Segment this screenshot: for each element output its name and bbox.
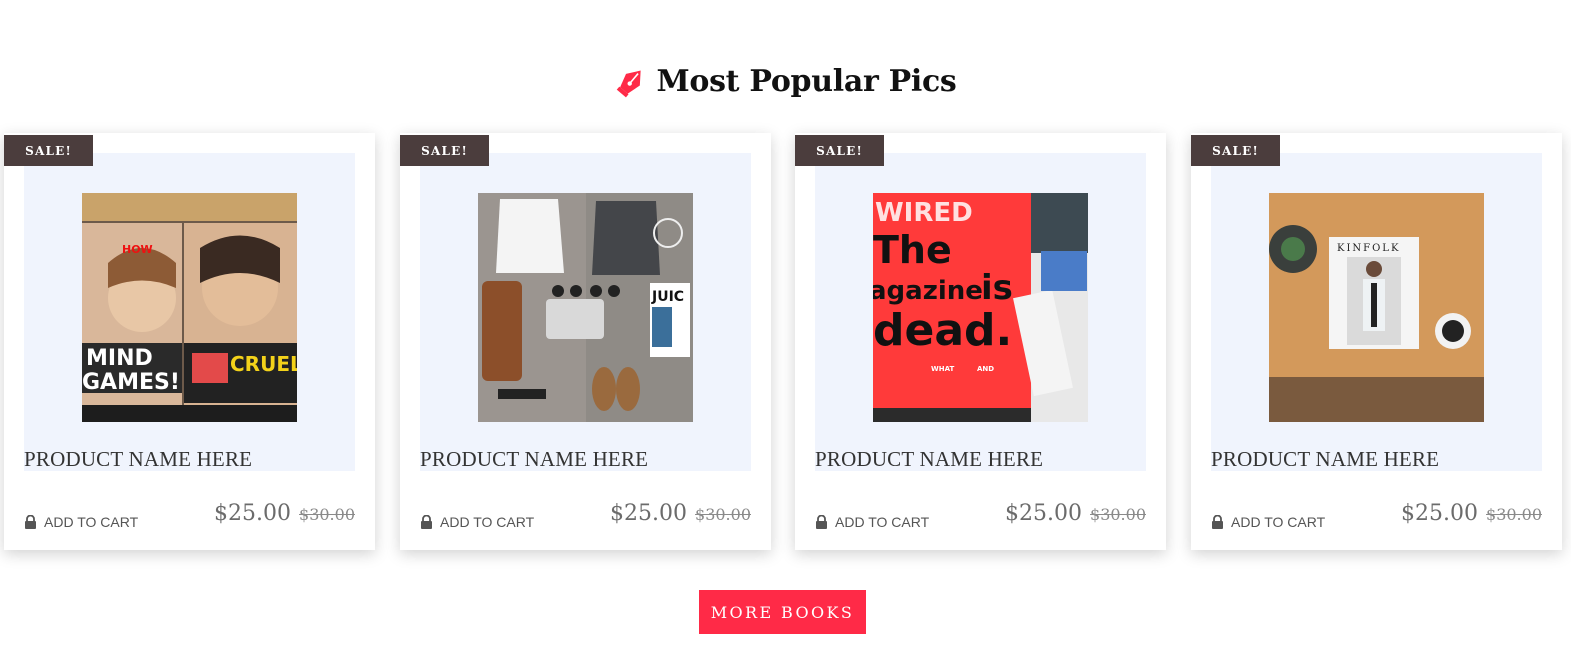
lock-icon (24, 514, 37, 530)
original-price: $30.00 (1486, 505, 1542, 524)
add-to-cart-label: ADD TO CART (440, 514, 535, 530)
svg-text:MIND: MIND (86, 346, 153, 371)
product-name[interactable]: PRODUCT NAME HERE (1211, 447, 1439, 472)
sale-price: $25.00 (610, 501, 688, 526)
product-image-panel[interactable]: MIND GAMES! CRUEL L HOW PRODUCT NAME HER… (24, 153, 355, 471)
add-to-cart-button[interactable]: ADD TO CART (815, 511, 929, 533)
price-block: $25.00 $30.00 (214, 501, 355, 526)
product-name[interactable]: PRODUCT NAME HERE (420, 447, 648, 472)
product-image[interactable]: WIRED The agazine is dead. WHAT AND (873, 193, 1088, 422)
add-to-cart-label: ADD TO CART (44, 514, 139, 530)
original-price: $30.00 (299, 505, 355, 524)
original-price: $30.00 (1090, 505, 1146, 524)
add-to-cart-label: ADD TO CART (835, 514, 930, 530)
svg-text:HOW: HOW (122, 243, 153, 256)
svg-text:AND: AND (977, 365, 994, 373)
svg-text:is: is (981, 268, 1013, 308)
more-books-button[interactable]: MORE BOOKS (699, 590, 866, 634)
add-to-cart-label: ADD TO CART (1231, 514, 1326, 530)
product-image[interactable]: KINFOLK (1269, 193, 1484, 422)
product-image[interactable]: MIND GAMES! CRUEL L HOW (82, 193, 297, 422)
price-block: $25.00 $30.00 (1005, 501, 1146, 526)
svg-text:dead.: dead. (873, 305, 1012, 356)
svg-text:JUIC: JUIC (651, 289, 684, 305)
sale-badge: SALE! (1191, 135, 1280, 166)
section-header: Most Popular Pics (0, 64, 1571, 99)
svg-text:KINFOLK: KINFOLK (1337, 243, 1400, 254)
svg-text:CRUEL L: CRUEL L (230, 352, 297, 376)
product-name[interactable]: PRODUCT NAME HERE (815, 447, 1043, 472)
lock-icon (1211, 514, 1224, 530)
product-card[interactable]: SALE! JUIC PRODUCT NAME HERE ADD TO CART… (400, 133, 771, 550)
add-to-cart-button[interactable]: ADD TO CART (420, 511, 534, 533)
product-image-panel[interactable]: KINFOLK PRODUCT NAME HERE (1211, 153, 1542, 471)
price-block: $25.00 $30.00 (1401, 501, 1542, 526)
product-image-panel[interactable]: JUIC PRODUCT NAME HERE (420, 153, 751, 471)
sale-price: $25.00 (1005, 501, 1083, 526)
svg-text:GAMES!: GAMES! (82, 370, 180, 395)
sale-badge: SALE! (400, 135, 489, 166)
svg-text:agazine: agazine (873, 276, 983, 306)
product-name[interactable]: PRODUCT NAME HERE (24, 447, 252, 472)
add-to-cart-button[interactable]: ADD TO CART (1211, 511, 1325, 533)
product-image-panel[interactable]: WIRED The agazine is dead. WHAT AND PROD… (815, 153, 1146, 471)
product-card[interactable]: SALE! WIRED The agazine is dead. WHAT AN… (795, 133, 1166, 550)
sale-price: $25.00 (1401, 501, 1479, 526)
sale-badge: SALE! (795, 135, 884, 166)
product-card[interactable]: SALE! KINFOLK PRODUCT NAME HERE ADD TO C… (1191, 133, 1562, 550)
svg-text:WIRED: WIRED (875, 198, 973, 228)
price-block: $25.00 $30.00 (610, 501, 751, 526)
product-image[interactable]: JUIC (478, 193, 693, 422)
lock-icon (420, 514, 433, 530)
pen-nib-icon (614, 65, 648, 99)
sale-badge: SALE! (4, 135, 93, 166)
product-card[interactable]: SALE! MIND GAMES! CRUEL L HOW (4, 133, 375, 550)
original-price: $30.00 (695, 505, 751, 524)
sale-price: $25.00 (214, 501, 292, 526)
lock-icon (815, 514, 828, 530)
section-title: Most Popular Pics (656, 64, 957, 99)
add-to-cart-button[interactable]: ADD TO CART (24, 511, 138, 533)
svg-text:WHAT: WHAT (931, 365, 954, 373)
svg-text:The: The (873, 228, 952, 272)
